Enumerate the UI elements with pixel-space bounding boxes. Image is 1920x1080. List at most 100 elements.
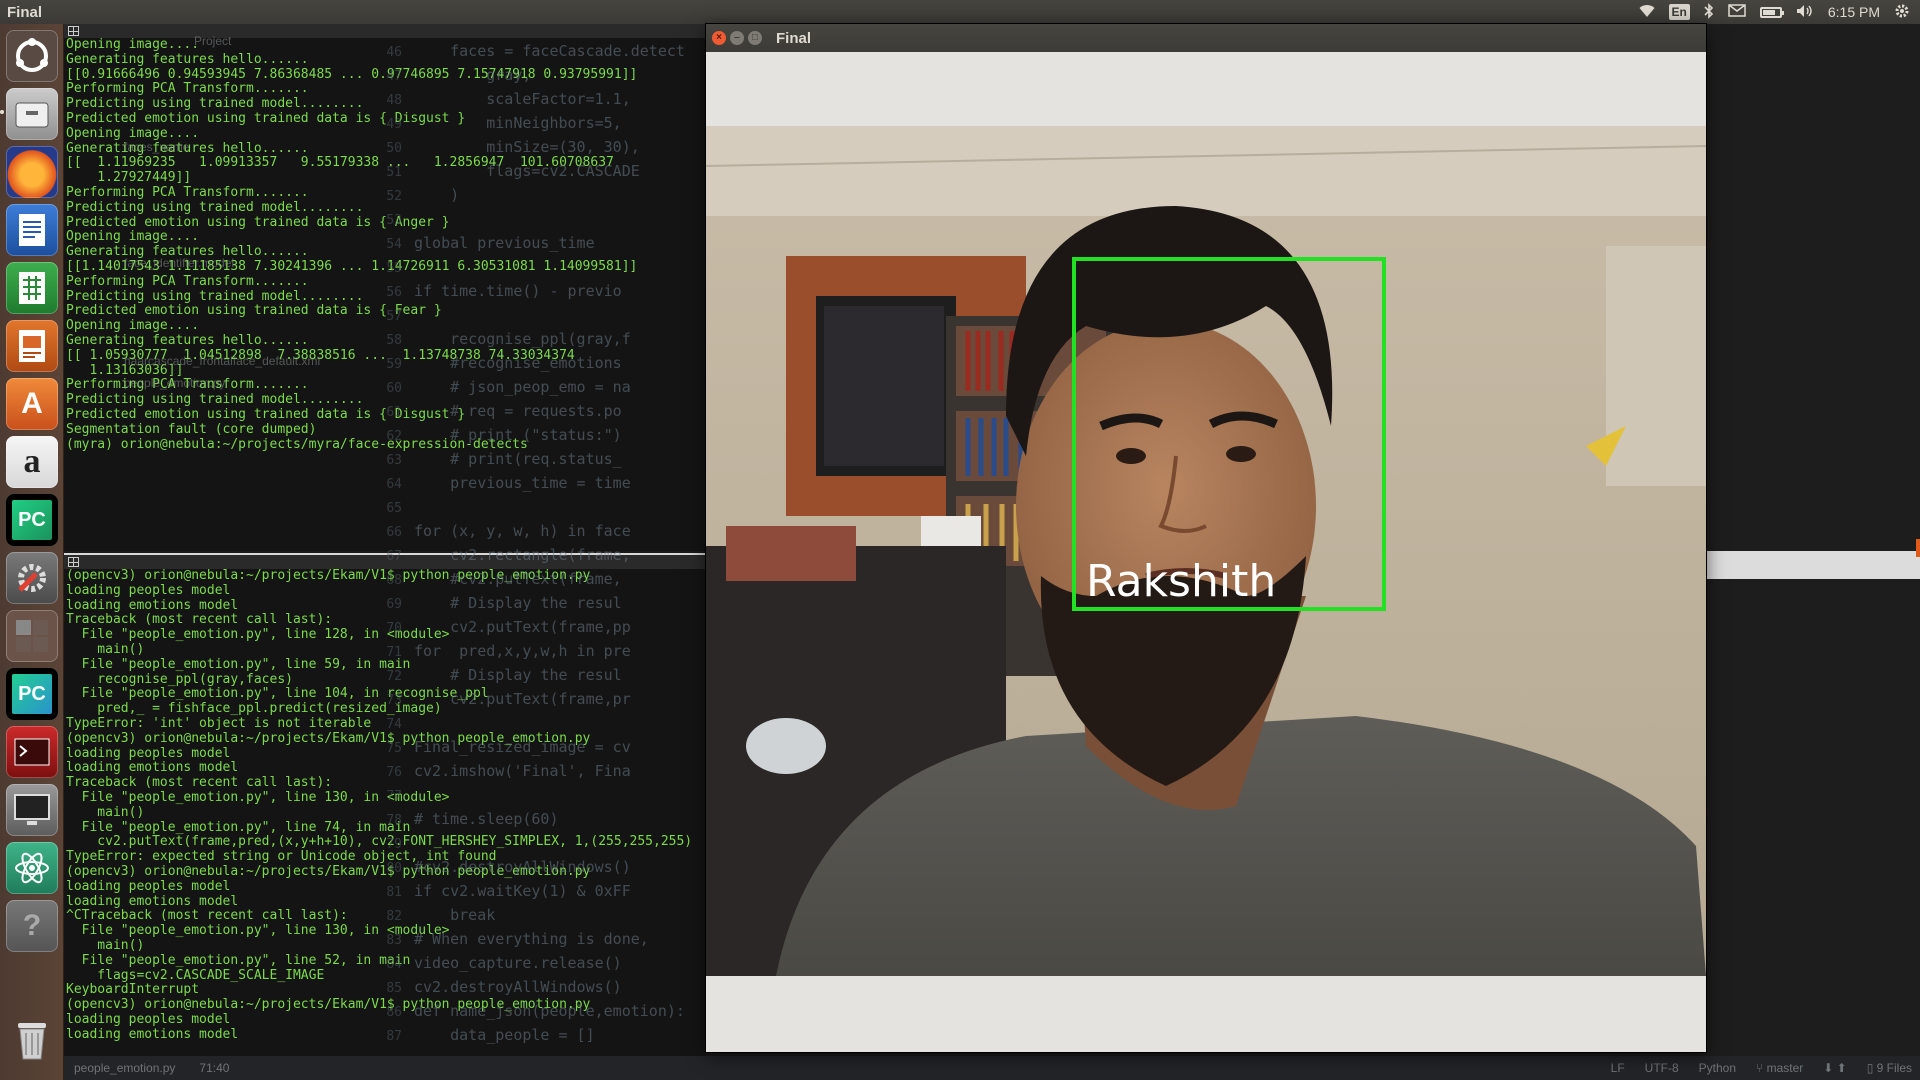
code-text: recognise_ppl(gray,f: [414, 330, 631, 348]
dash-home-icon[interactable]: [6, 30, 58, 82]
code-text: # print(req.status_: [414, 450, 622, 468]
editor-line: 46 faces = faceCascade.detect: [366, 40, 706, 64]
editor-line: 67 cv2.rectangle(frame,: [366, 544, 706, 568]
code-text: for pred,x,y,w,h in pre: [414, 642, 631, 660]
code-text: cv2.destroyAllWindows(): [414, 978, 622, 996]
pycharm-icon-2[interactable]: PC: [6, 668, 58, 720]
editor-line: 81 if cv2.waitKey(1) & 0xFF: [366, 880, 706, 904]
code-text: for (x, y, w, h) in face: [414, 522, 631, 540]
trash-icon[interactable]: [6, 1014, 58, 1066]
amazon-icon[interactable]: a: [6, 436, 58, 488]
line-number: 57: [386, 309, 402, 324]
editor-line: 62 # print ("status:"): [366, 424, 706, 448]
split-grid-icon[interactable]: [68, 26, 79, 36]
code-text: gray,: [414, 66, 532, 84]
editor-line: 57: [366, 304, 706, 328]
status-encoding[interactable]: UTF-8: [1645, 1061, 1679, 1075]
editor-line: 85 cv2.destroyAllWindows(): [366, 976, 706, 1000]
atom-icon[interactable]: [6, 842, 58, 894]
system-settings-icon[interactable]: [6, 552, 58, 604]
workspace-switcher-icon[interactable]: [6, 610, 58, 662]
software-center-icon[interactable]: A: [6, 378, 58, 430]
window-title: Final: [776, 29, 812, 47]
code-text: # Display the resul: [414, 666, 622, 684]
code-text: cv2.putText(frame,pr: [414, 690, 631, 708]
mail-icon[interactable]: [1728, 4, 1746, 20]
firefox-icon[interactable]: [6, 146, 58, 198]
line-number: 82: [386, 909, 402, 924]
code-text: minSize=(30, 30),: [414, 138, 640, 156]
editor-line: 63 # print(req.status_: [366, 448, 706, 472]
line-number: 74: [386, 717, 402, 732]
final-window[interactable]: × – □ Final Rakshith: [706, 24, 1706, 1052]
editor-line: 58 recognise_ppl(gray,f: [366, 328, 706, 352]
line-number: 58: [386, 333, 402, 348]
background-window: [1706, 24, 1920, 1056]
launcher: A a PC PC ?: [0, 24, 64, 1080]
line-number: 53: [386, 213, 402, 228]
line-number: 79: [386, 837, 402, 852]
code-text: break: [414, 906, 496, 924]
line-number: 75: [386, 741, 402, 756]
code-text: cv2.putText(frame,pp: [414, 618, 631, 636]
system-gear-icon[interactable]: [1894, 3, 1910, 22]
pycharm-icon[interactable]: PC: [6, 494, 58, 546]
line-number: 72: [386, 669, 402, 684]
code-text: video_capture.release(): [414, 954, 622, 972]
line-number: 50: [386, 141, 402, 156]
bluetooth-icon[interactable]: [1704, 2, 1714, 22]
libreoffice-impress-icon[interactable]: [6, 320, 58, 372]
code-text: # time.sleep(60): [414, 810, 559, 828]
status-language[interactable]: Python: [1699, 1061, 1736, 1075]
tree-item: face_identifier.model: [124, 256, 235, 270]
status-branch: master: [1766, 1061, 1804, 1075]
status-files: 9 Files: [1876, 1061, 1912, 1075]
wifi-icon[interactable]: [1639, 4, 1655, 21]
editor-line: 68 #cv2.putText(frame,: [366, 568, 706, 592]
battery-icon[interactable]: [1759, 6, 1784, 18]
project-tree-header: Project: [194, 34, 232, 48]
status-position[interactable]: 71:40: [199, 1061, 229, 1075]
git-branch-icon[interactable]: ⑂ master: [1756, 1061, 1803, 1075]
help-icon[interactable]: ?: [6, 900, 58, 952]
line-number: 80: [386, 861, 402, 876]
sync-arrows-icon[interactable]: ⬇ ⬆: [1823, 1061, 1846, 1075]
monitor-icon[interactable]: [6, 784, 58, 836]
keyboard-layout-indicator[interactable]: En: [1668, 4, 1690, 20]
editor-line: 84 video_capture.release(): [366, 952, 706, 976]
editor-line: 48 scaleFactor=1.1,: [366, 88, 706, 112]
line-number: 76: [386, 765, 402, 780]
line-number: 73: [386, 693, 402, 708]
window-titlebar[interactable]: × – □ Final: [706, 24, 1706, 52]
libreoffice-writer-icon[interactable]: [6, 204, 58, 256]
split-grid-icon-2[interactable]: [68, 557, 79, 567]
close-icon[interactable]: ×: [712, 31, 726, 45]
editor-line: 86 def name_json(people,emotion):: [366, 1000, 706, 1024]
status-file[interactable]: people_emotion.py: [74, 1061, 175, 1075]
editor-line: 78 # time.sleep(60): [366, 808, 706, 832]
volume-icon[interactable]: [1796, 4, 1814, 21]
files-icon[interactable]: [6, 88, 58, 140]
status-line-separator[interactable]: LF: [1611, 1061, 1625, 1075]
active-app-name: Final: [7, 3, 43, 21]
terminal-red-icon[interactable]: [6, 726, 58, 778]
code-text: global previous_time: [414, 234, 595, 252]
line-number: 65: [386, 501, 402, 516]
minimize-icon[interactable]: –: [730, 31, 744, 45]
libreoffice-calc-icon[interactable]: [6, 262, 58, 314]
files-count[interactable]: ▯ 9 Files: [1867, 1061, 1912, 1075]
line-number: 85: [386, 981, 402, 996]
clock[interactable]: 6:15 PM: [1828, 4, 1880, 20]
code-text: #cv2.destroyAllWindows(): [414, 858, 631, 876]
code-text: #cv2.putText(frame,: [414, 570, 622, 588]
editor-line: 56 if time.time() - previo: [366, 280, 706, 304]
maximize-icon[interactable]: □: [748, 31, 762, 45]
code-text: Final_resized_image = cv: [414, 738, 631, 756]
line-number: 60: [386, 381, 402, 396]
line-number: 48: [386, 93, 402, 108]
editor-line: 80 #cv2.destroyAllWindows(): [366, 856, 706, 880]
line-number: 56: [386, 285, 402, 300]
line-number: 61: [386, 405, 402, 420]
code-editor-ghost: 46 faces = faceCascade.detect 47 gray, 48 …: [366, 40, 706, 1068]
line-number: 51: [386, 165, 402, 180]
